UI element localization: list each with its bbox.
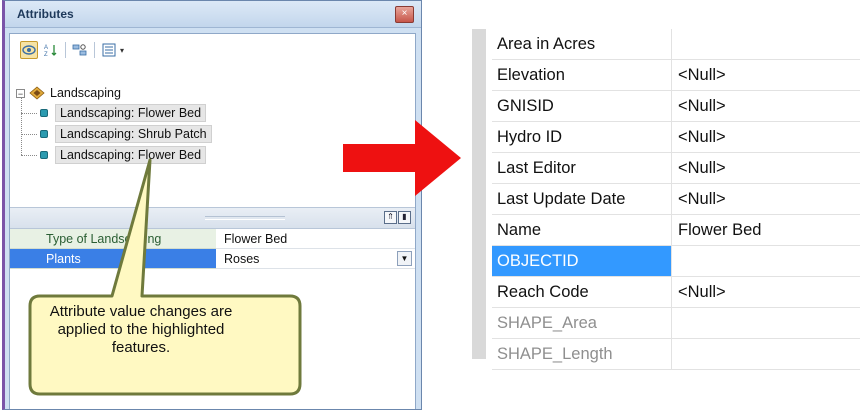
field-name: Last Editor — [492, 153, 672, 183]
field-name: GNISID — [492, 91, 672, 121]
table-row[interactable]: Last Editor <Null> — [492, 153, 860, 184]
table-row[interactable]: Name Flower Bed — [492, 215, 860, 246]
polygon-feature-icon — [40, 109, 48, 117]
toolbar-separator — [94, 42, 95, 58]
field-value[interactable]: <Null> — [673, 91, 860, 121]
field-name: Elevation — [492, 60, 672, 90]
callout-text: Attribute value changes are applied to t… — [49, 303, 233, 356]
layer-name: Landscaping — [50, 86, 121, 100]
field-value[interactable] — [673, 246, 860, 276]
field-value — [673, 339, 860, 369]
table-row[interactable]: Hydro ID <Null> — [492, 122, 860, 153]
property-row[interactable]: Type of Landscaping Flower Bed — [10, 229, 415, 249]
tree-connector — [21, 155, 37, 156]
field-value[interactable]: <Null> — [673, 122, 860, 152]
red-arrow-icon — [343, 120, 461, 196]
attributes-toolbar: A Z ▾ — [20, 39, 124, 61]
field-name: SHAPE_Length — [492, 339, 672, 369]
field-value[interactable]: <Null> — [673, 184, 860, 214]
property-row-selected[interactable]: Plants Roses ▼ — [10, 249, 415, 269]
property-value[interactable]: Flower Bed — [216, 229, 415, 249]
feature-label: Landscaping: Flower Bed — [55, 104, 207, 122]
feature-label: Landscaping: Shrub Patch — [55, 125, 212, 143]
options-button[interactable] — [100, 41, 118, 59]
table-row[interactable]: Reach Code <Null> — [492, 277, 860, 308]
field-name: Name — [492, 215, 672, 245]
table-row-readonly: SHAPE_Area — [492, 308, 860, 339]
field-name: Last Update Date — [492, 184, 672, 214]
splitter-button[interactable]: ⇑ — [384, 211, 397, 224]
splitter-grip[interactable] — [205, 216, 285, 220]
field-name: Area in Acres — [492, 29, 672, 59]
value-dropdown-button[interactable]: ▼ — [397, 251, 412, 266]
svg-text:A: A — [44, 45, 48, 51]
field-name: OBJECTID — [492, 246, 672, 276]
field-value — [673, 308, 860, 338]
table-row-gutter — [472, 29, 486, 359]
table-row-selected[interactable]: OBJECTID — [492, 246, 860, 277]
window-titlebar[interactable]: Attributes × — [5, 1, 421, 28]
field-value[interactable]: <Null> — [673, 153, 860, 183]
table-row[interactable]: Area in Acres — [492, 29, 860, 60]
show-features-button[interactable] — [20, 41, 38, 59]
table-row-readonly: SHAPE_Length — [492, 339, 860, 370]
svg-text:Z: Z — [44, 52, 48, 57]
show-features-icon — [22, 45, 36, 55]
splitter-button[interactable]: ▮ — [398, 211, 411, 224]
polygon-feature-icon — [40, 130, 48, 138]
property-value[interactable]: Roses — [216, 249, 415, 269]
field-value[interactable]: Flower Bed — [673, 215, 860, 245]
close-button[interactable]: × — [395, 6, 414, 23]
field-value[interactable]: <Null> — [673, 60, 860, 90]
tree-layer-node[interactable]: − Landscaping — [16, 83, 121, 103]
splitter-buttons: ⇑ ▮ — [383, 211, 411, 224]
tree-connector — [21, 113, 37, 114]
identify-icon — [72, 44, 87, 56]
field-name: Hydro ID — [492, 122, 672, 152]
arrow-shape — [343, 120, 461, 196]
feature-label: Landscaping: Flower Bed — [55, 146, 207, 164]
tree-feature-node[interactable]: Landscaping: Flower Bed — [40, 103, 207, 123]
polygon-feature-icon — [40, 151, 48, 159]
table-rows: Area in Acres Elevation <Null> GNISID <Nul… — [492, 29, 860, 370]
property-key: Plants — [10, 249, 216, 269]
field-value[interactable]: <Null> — [673, 277, 860, 307]
tree-connector — [21, 134, 37, 135]
sort-ascending-icon: A Z — [44, 45, 57, 57]
identify-button[interactable] — [71, 41, 89, 59]
toolbar-separator — [65, 42, 66, 58]
field-name: Reach Code — [492, 277, 672, 307]
options-dropdown-arrow[interactable]: ▾ — [120, 46, 124, 55]
field-name: SHAPE_Area — [492, 308, 672, 338]
collapse-toggle[interactable]: − — [16, 88, 25, 98]
table-row[interactable]: Elevation <Null> — [492, 60, 860, 91]
field-value[interactable] — [673, 29, 860, 59]
tree-feature-node[interactable]: Landscaping: Flower Bed — [40, 145, 207, 165]
window-title: Attributes — [17, 7, 74, 21]
options-menu-icon — [102, 43, 116, 57]
pane-splitter[interactable]: ⇑ ▮ — [10, 207, 415, 229]
sort-button[interactable]: A Z — [42, 41, 60, 59]
tree-feature-node[interactable]: Landscaping: Shrub Patch — [40, 124, 212, 144]
table-row[interactable]: Last Update Date <Null> — [492, 184, 860, 215]
property-key: Type of Landscaping — [10, 229, 216, 249]
table-row[interactable]: GNISID <Null> — [492, 91, 860, 122]
layer-icon — [29, 86, 45, 100]
property-grid: Type of Landscaping Flower Bed Plants Ro… — [10, 229, 415, 269]
